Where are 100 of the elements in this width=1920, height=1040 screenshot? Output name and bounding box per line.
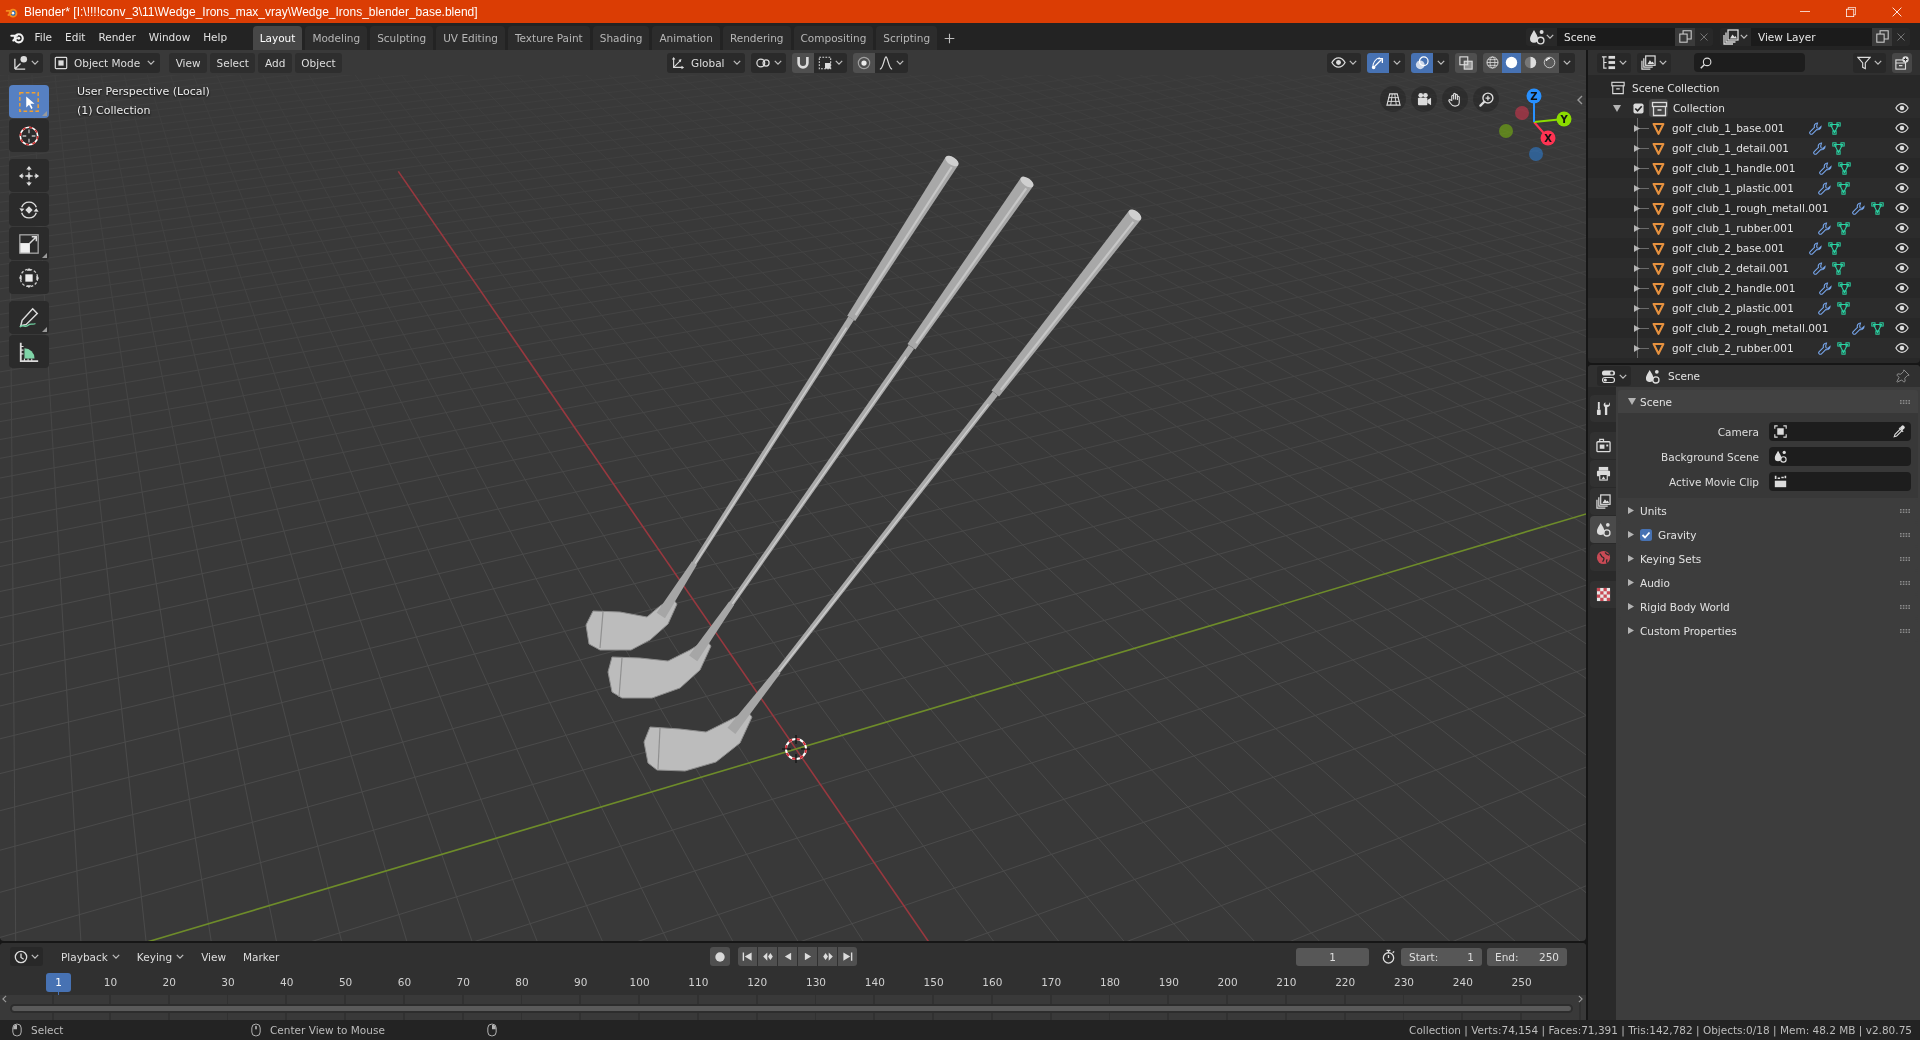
auto-keying-button[interactable] — [710, 947, 730, 966]
previous-keyframe-button[interactable] — [758, 947, 777, 966]
wrench-icon[interactable] — [1817, 221, 1831, 235]
caret-right-icon[interactable] — [1634, 284, 1640, 292]
wrench-icon[interactable] — [1808, 241, 1822, 255]
workspace-tab[interactable]: Sculpting — [370, 26, 434, 50]
new-collection-button[interactable] — [1892, 52, 1912, 73]
menu-button[interactable]: View — [169, 52, 208, 73]
drag-handle-icon[interactable] — [1900, 604, 1910, 609]
filter-button[interactable] — [1853, 52, 1886, 73]
editor-type-button[interactable] — [1597, 366, 1631, 386]
pin-icon[interactable] — [1896, 369, 1910, 383]
eye-icon[interactable] — [1895, 123, 1909, 133]
checkbox[interactable] — [1633, 102, 1644, 114]
outliner-row[interactable]: golf_club_1_rubber.001 — [1588, 218, 1920, 238]
view-layer-name-field[interactable]: View Layer — [1751, 27, 1872, 46]
caret-right-icon[interactable] — [1634, 144, 1640, 152]
shading-mode-button[interactable] — [1502, 52, 1521, 73]
outliner-row[interactable]: golf_club_1_detail.001 — [1588, 138, 1920, 158]
eye-icon[interactable] — [1895, 103, 1909, 113]
menu-item[interactable]: Render — [91, 26, 143, 47]
outliner-row[interactable]: golf_club_1_handle.001 — [1588, 158, 1920, 178]
duplicate-button[interactable] — [1872, 27, 1892, 46]
mesh-data-icon[interactable] — [1871, 201, 1885, 215]
caret-right-icon[interactable] — [1634, 184, 1640, 192]
properties-tab[interactable] — [1590, 516, 1616, 543]
wrench-icon[interactable] — [1817, 181, 1831, 195]
play-button[interactable] — [798, 947, 817, 966]
eye-icon[interactable] — [1895, 343, 1909, 353]
caret-right-icon[interactable] — [1634, 324, 1640, 332]
checkbox[interactable] — [1640, 528, 1652, 541]
scene-browse-button[interactable] — [1526, 27, 1557, 46]
caret-right-icon[interactable] — [1634, 344, 1640, 352]
end-frame-field[interactable]: End: 250 — [1487, 947, 1567, 966]
drag-handle-icon[interactable] — [1900, 580, 1910, 585]
camera-view-button[interactable] — [1411, 86, 1437, 112]
outliner-row[interactable]: golf_club_2_rubber.001 — [1588, 338, 1920, 358]
eye-icon[interactable] — [1895, 143, 1909, 153]
outliner-row[interactable]: golf_club_2_handle.001 — [1588, 278, 1920, 298]
perspective-toggle-button[interactable] — [1380, 86, 1406, 112]
eye-icon[interactable] — [1895, 203, 1909, 213]
outliner-row[interactable]: golf_club_1_base.001 — [1588, 118, 1920, 138]
eye-icon[interactable] — [1895, 303, 1909, 313]
wrench-icon[interactable] — [1817, 341, 1831, 355]
properties-tab[interactable] — [1590, 581, 1616, 608]
menu-button[interactable]: View — [195, 947, 233, 966]
properties-tab[interactable] — [1590, 488, 1616, 515]
scene-name-field[interactable]: Scene — [1557, 27, 1675, 46]
properties-tab[interactable] — [1590, 432, 1616, 459]
snap-toggle[interactable] — [791, 52, 814, 73]
orientation-dropdown[interactable]: Global — [667, 52, 745, 73]
chevron-left-icon[interactable] — [1577, 95, 1583, 105]
xray-toggle[interactable] — [1455, 52, 1477, 73]
duplicate-button[interactable] — [1675, 27, 1695, 46]
drag-handle-icon[interactable] — [1900, 508, 1910, 513]
background-scene-field[interactable] — [1769, 447, 1911, 466]
workspace-tab[interactable]: Animation — [652, 26, 720, 50]
current-frame-field[interactable]: 1 — [1296, 947, 1369, 966]
menu-button[interactable]: Marker — [237, 947, 286, 966]
workspace-tab[interactable]: Modeling — [305, 26, 368, 50]
mesh-data-icon[interactable] — [1836, 341, 1850, 355]
menu-button[interactable]: Playback — [55, 947, 126, 966]
axis-handle[interactable]: Y — [1556, 111, 1572, 127]
chevron-left-icon[interactable] — [2, 995, 7, 1003]
wrench-icon[interactable] — [1813, 141, 1827, 155]
caret-right-icon[interactable] — [1634, 224, 1640, 232]
proportional-edit-toggle[interactable] — [852, 52, 875, 73]
play-reverse-button[interactable] — [778, 947, 797, 966]
caret-right-icon[interactable] — [1634, 204, 1640, 212]
caret-right-icon[interactable] — [1634, 264, 1640, 272]
mesh-data-icon[interactable] — [1832, 141, 1846, 155]
gizmo-toggle[interactable] — [1367, 52, 1389, 73]
jump-start-button[interactable] — [738, 947, 757, 966]
panel-header[interactable]: Scene — [1618, 390, 1918, 413]
tool-button[interactable] — [9, 159, 49, 192]
mesh-data-icon[interactable] — [1832, 261, 1846, 275]
drag-handle-icon[interactable] — [1900, 628, 1910, 633]
tool-button[interactable] — [9, 193, 49, 226]
outliner-row[interactable]: golf_club_1_plastic.001 — [1588, 178, 1920, 198]
mesh-data-icon[interactable] — [1836, 181, 1850, 195]
eyedropper-icon[interactable] — [1893, 425, 1906, 438]
workspace-tab[interactable]: Rendering — [722, 26, 791, 50]
view-layer-browse-button[interactable] — [1720, 27, 1751, 46]
eye-icon[interactable] — [1895, 323, 1909, 333]
wrench-icon[interactable] — [1852, 201, 1866, 215]
axis-dot-icon[interactable] — [1529, 147, 1543, 161]
menu-item[interactable]: Edit — [58, 26, 92, 47]
drag-handle-icon[interactable] — [1900, 556, 1910, 561]
drag-handle-icon[interactable] — [1900, 399, 1910, 404]
outliner-row[interactable]: golf_club_1_rough_metall.001 — [1588, 198, 1920, 218]
mesh-data-icon[interactable] — [1827, 121, 1841, 135]
menu-item[interactable]: Help — [196, 26, 234, 47]
tool-button[interactable] — [9, 335, 49, 368]
tool-button[interactable] — [9, 227, 49, 260]
remove-button[interactable] — [1695, 27, 1713, 46]
axis-dot-icon[interactable] — [1499, 124, 1513, 138]
outliner-row[interactable]: Scene Collection — [1588, 78, 1920, 98]
axis-handle[interactable]: Z — [1526, 88, 1542, 104]
workspace-tab[interactable]: Texture Paint — [507, 26, 590, 50]
shading-mode-button[interactable] — [1483, 52, 1502, 73]
